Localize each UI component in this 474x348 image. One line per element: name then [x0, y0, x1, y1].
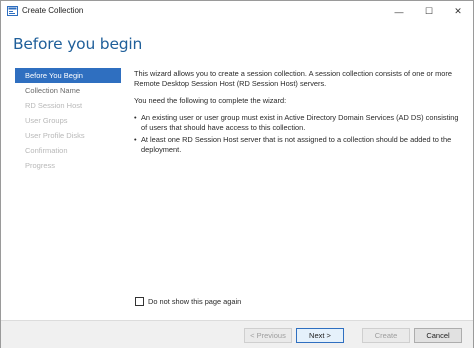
list-item: An existing user or user group must exis… [134, 113, 464, 133]
requirements-heading: You need the following to complete the w… [134, 96, 287, 105]
wizard-navigation: Before You Begin Collection Name RD Sess… [15, 68, 121, 173]
requirements-list: An existing user or user group must exis… [134, 113, 464, 155]
nav-item-confirmation: Confirmation [25, 146, 68, 155]
do-not-show-again-option[interactable]: Do not show this page again [135, 297, 241, 306]
window-title: Create Collection [22, 6, 84, 15]
maximize-button[interactable]: ☐ [414, 1, 444, 22]
nav-item-rd-session-host: RD Session Host [25, 101, 83, 110]
close-icon: ✕ [454, 6, 462, 16]
maximize-icon: ☐ [424, 6, 434, 16]
title-bar[interactable]: Create Collection — ☐ ✕ [1, 1, 473, 22]
do-not-show-again-checkbox[interactable] [135, 297, 144, 306]
wizard-content: This wizard allows you to create a sessi… [134, 69, 464, 157]
cancel-button[interactable]: Cancel [414, 328, 462, 343]
nav-item-collection-name[interactable]: Collection Name [15, 83, 121, 98]
minimize-button[interactable]: — [384, 1, 414, 22]
nav-item-user-profile-disks: User Profile Disks [25, 131, 85, 140]
page-title: Before you begin [13, 35, 143, 53]
intro-text: This wizard allows you to create a sessi… [134, 69, 452, 88]
do-not-show-again-label[interactable]: Do not show this page again [148, 297, 241, 306]
close-button[interactable]: ✕ [443, 1, 473, 22]
minimize-icon: — [394, 6, 404, 17]
create-button: Create [362, 328, 410, 343]
create-collection-window: Create Collection — ☐ ✕ Before you begin… [0, 0, 474, 348]
nav-item-progress: Progress [25, 161, 56, 170]
wizard-header: Before you begin [1, 22, 473, 64]
wizard-footer: < Previous Next > Create Cancel [1, 320, 473, 348]
next-button[interactable]: Next > [296, 328, 344, 343]
nav-item-before-you-begin[interactable]: Before You Begin [15, 68, 121, 83]
server-manager-app-icon [7, 6, 18, 16]
previous-button: < Previous [244, 328, 292, 343]
list-item: At least one RD Session Host server that… [134, 135, 464, 155]
nav-item-user-groups: User Groups [25, 116, 68, 125]
